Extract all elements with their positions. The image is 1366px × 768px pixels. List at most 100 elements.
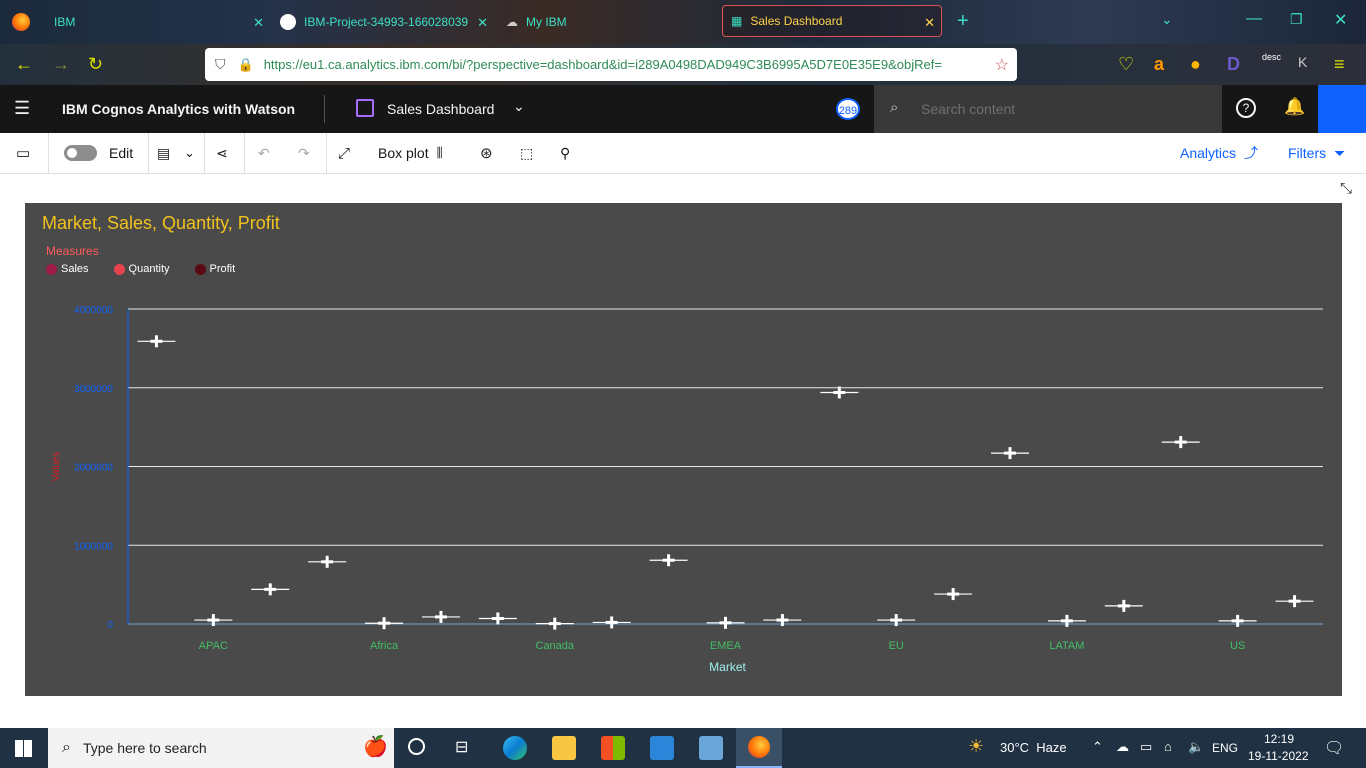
windows-start-icon[interactable] [15, 740, 32, 757]
clock-date[interactable]: 19-11-2022 [1248, 749, 1309, 763]
mail-icon[interactable] [650, 736, 674, 760]
edge-icon[interactable] [503, 736, 527, 760]
x-tick-label: APAC [199, 640, 228, 652]
collapse-icon[interactable]: ⤡ [1340, 180, 1352, 197]
k-extension-icon[interactable]: K [1298, 54, 1307, 70]
x-tick-label: Africa [370, 640, 399, 652]
chart-widget[interactable]: Market, Sales, Quantity, Profit Measures… [25, 203, 1342, 696]
firefox-taskbar-item[interactable] [736, 728, 782, 768]
taskbar-search[interactable]: ⌕ Type here to search 🍎 [48, 728, 394, 768]
search-highlight-icon: 🍎 [363, 736, 388, 758]
forward-icon[interactable]: → [52, 54, 70, 75]
viz-type-selector[interactable]: Box plot ⫼ [378, 133, 443, 173]
widgets-icon[interactable]: ⊟ [455, 737, 468, 757]
close-icon[interactable]: ✕ [477, 15, 488, 31]
dashboard-icon: ▦ [731, 14, 743, 28]
file-explorer-icon[interactable] [552, 736, 576, 760]
new-tab-icon[interactable]: + [957, 10, 969, 33]
minimize-icon[interactable]: — [1246, 10, 1262, 28]
chevron-up-icon[interactable]: ⌃ [1092, 739, 1103, 755]
wifi-icon[interactable]: ⌂ [1164, 739, 1172, 754]
reload-icon[interactable]: ↻ [88, 54, 103, 75]
chevron-down-icon[interactable]: ⌄ [513, 98, 525, 115]
y-tick-label: 0 [107, 620, 113, 631]
lock-icon[interactable]: 🔒 [238, 57, 254, 73]
battery-icon[interactable]: ▭ [1140, 739, 1152, 755]
firefox-icon[interactable] [12, 13, 30, 31]
tab-ibm[interactable]: IBM ✕ [46, 6, 270, 38]
remote-desktop-icon[interactable] [699, 736, 723, 760]
task-view-icon[interactable] [408, 738, 425, 755]
header-divider [324, 95, 325, 123]
menu-icon[interactable]: ≡ [1334, 54, 1345, 75]
box-plot-chart[interactable]: 0 1000000 2000000 3000000 4000000 Values APAC A… [25, 203, 1342, 696]
volume-icon[interactable]: 🔈 [1188, 739, 1204, 755]
close-window-icon[interactable]: ✕ [1334, 10, 1347, 30]
close-icon[interactable]: ✕ [253, 15, 264, 31]
tab-my-ibm[interactable]: ☁ My IBM [498, 6, 720, 38]
weather-icon[interactable]: ☀ [968, 736, 984, 757]
properties-icon[interactable]: ⊛ [480, 133, 493, 173]
d-extension-icon[interactable]: D [1227, 54, 1240, 75]
y-axis-label: Values [51, 452, 62, 482]
analytics-button[interactable]: Analytics ⤴ [1180, 133, 1258, 173]
box-plot-icon: ⫼ [436, 145, 443, 160]
edit-toggle[interactable]: Edit [64, 133, 133, 173]
tab-title: IBM [54, 15, 76, 29]
bookmark-star-icon[interactable]: ☆ [995, 55, 1009, 75]
clock-time[interactable]: 12:19 [1264, 732, 1294, 746]
close-icon[interactable]: ✕ [924, 15, 935, 31]
filters-button[interactable]: Filters ⏷ [1288, 133, 1345, 173]
dashboard-canvas: ⤡ Market, Sales, Quantity, Profit Measur… [0, 174, 1366, 728]
search-bar[interactable]: ⌕ Search content [874, 85, 1222, 133]
toolbar-divider [148, 133, 149, 173]
comment-icon[interactable]: ▭ [16, 133, 30, 173]
restore-icon[interactable]: ❐ [1290, 11, 1303, 28]
list-tabs-icon[interactable]: ⌄ [1161, 11, 1173, 28]
x-tick-label: Canada [536, 640, 575, 652]
network-icon[interactable]: ☁ [1116, 739, 1129, 755]
desc-extension-label[interactable]: desc [1262, 52, 1281, 62]
app-header: ☰ IBM Cognos Analytics with Watson Sales… [0, 85, 1366, 133]
url-bar[interactable]: ⛉ 🔒 https://eu1.ca.analytics.ibm.com/bi/… [205, 48, 1017, 81]
search-input[interactable]: Search content [921, 101, 1015, 117]
weather-text[interactable]: 30°C Haze [1000, 740, 1067, 755]
taskbar-search-input[interactable]: Type here to search [83, 740, 207, 756]
dashboard-name[interactable]: Sales Dashboard [387, 101, 494, 117]
y-tick-label: 3000000 [74, 384, 113, 395]
tab-title: Sales Dashboard [750, 14, 843, 28]
y-tick-label: 2000000 [74, 463, 113, 474]
amazon-extension-icon[interactable]: a [1154, 54, 1164, 75]
tab-sales-dashboard[interactable]: ▦ Sales Dashboard ✕ [722, 5, 942, 37]
viz-type-label: Box plot [378, 145, 429, 161]
notifications-icon[interactable]: 🗨 [1324, 738, 1344, 758]
x-tick-label: US [1230, 640, 1245, 652]
pocket-icon[interactable]: ♡ [1118, 54, 1134, 75]
back-icon[interactable]: ← [15, 54, 33, 75]
browser-nav-bar: ← → ↻ ⛉ 🔒 https://eu1.ca.analytics.ibm.c… [0, 44, 1366, 85]
language-indicator[interactable]: ENG [1212, 741, 1238, 755]
share-icon[interactable]: ⋖ [216, 133, 228, 173]
toolbar-divider [326, 133, 327, 173]
undo-icon[interactable]: ↶ [258, 133, 270, 173]
chevron-down-icon[interactable]: ⌄ [184, 133, 195, 173]
hamburger-menu-icon[interactable]: ☰ [14, 98, 30, 119]
select-area-icon[interactable]: ⬚ [520, 133, 533, 173]
notification-badge[interactable]: 289 [836, 98, 860, 120]
toolbar-divider [244, 133, 245, 173]
save-icon[interactable]: ▤ [157, 133, 170, 173]
analytics-icon: ⤴ [1244, 145, 1259, 161]
bell-icon[interactable]: 🔔 [1284, 97, 1305, 117]
pin-icon[interactable]: ⚲ [560, 133, 570, 173]
ibm-icon: ☁ [506, 15, 518, 29]
help-icon[interactable]: ? [1236, 98, 1256, 118]
shield-icon[interactable]: ⛉ [215, 56, 226, 73]
tab-github-project[interactable]: IBM-Project-34993-166028039 ✕ [272, 6, 494, 38]
redo-icon[interactable]: ↷ [298, 133, 310, 173]
product-name: IBM Cognos Analytics with Watson [62, 101, 296, 117]
toggle-switch[interactable] [64, 145, 97, 161]
honey-extension-icon[interactable]: ● [1190, 54, 1201, 75]
expand-icon[interactable]: ⤢ [338, 133, 350, 173]
store-icon[interactable] [601, 736, 625, 760]
user-avatar-icon[interactable] [1318, 85, 1366, 133]
